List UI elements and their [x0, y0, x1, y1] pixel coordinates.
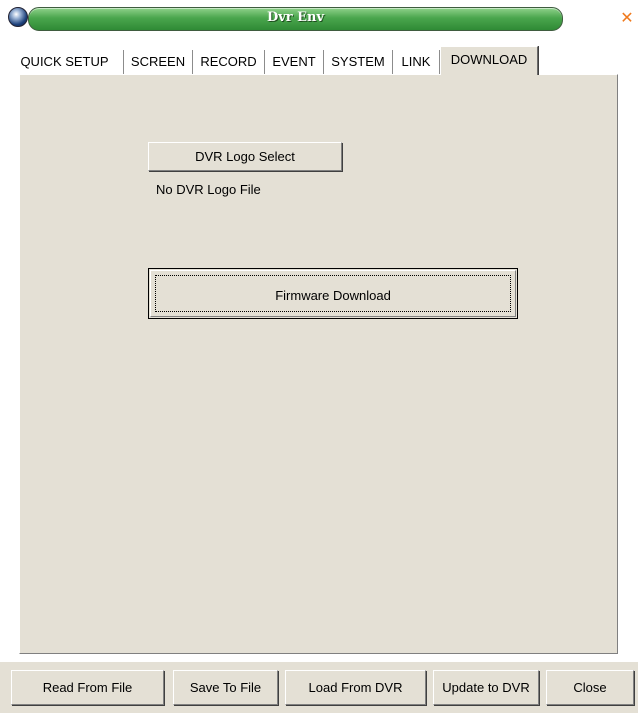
tab-quick-setup[interactable]: QUICK SETUP — [6, 50, 124, 74]
read-from-file-button[interactable]: Read From File — [11, 670, 164, 705]
firmware-button-label: Firmware Download — [155, 275, 511, 312]
app-globe-icon — [8, 7, 28, 27]
title-pill: Dvr Env — [28, 7, 563, 31]
dvr-env-window: Dvr Env ✕ QUICK SETUP SCREEN RECORD EVEN… — [0, 0, 638, 713]
firmware-button-bevel: Firmware Download — [150, 270, 516, 317]
firmware-download-button[interactable]: Firmware Download — [148, 268, 518, 319]
tab-download[interactable]: DOWNLOAD — [440, 46, 538, 75]
logo-status-text: No DVR Logo File — [156, 182, 261, 197]
tab-system[interactable]: SYSTEM — [324, 50, 393, 74]
title-bar[interactable]: Dvr Env ✕ — [0, 0, 638, 36]
tab-screen[interactable]: SCREEN — [124, 50, 193, 74]
load-from-dvr-button[interactable]: Load From DVR — [285, 670, 426, 705]
tab-link[interactable]: LINK — [393, 50, 440, 74]
update-to-dvr-button[interactable]: Update to DVR — [433, 670, 539, 705]
window-title: Dvr Env — [266, 10, 325, 25]
close-button[interactable]: Close — [546, 670, 634, 705]
tab-record[interactable]: RECORD — [193, 50, 265, 74]
bottom-button-bar: Read From File Save To File Load From DV… — [0, 662, 638, 713]
close-window-icon[interactable]: ✕ — [616, 7, 638, 29]
dvr-logo-select-button[interactable]: DVR Logo Select — [148, 142, 342, 171]
save-to-file-button[interactable]: Save To File — [173, 670, 278, 705]
tab-event[interactable]: EVENT — [265, 50, 324, 74]
